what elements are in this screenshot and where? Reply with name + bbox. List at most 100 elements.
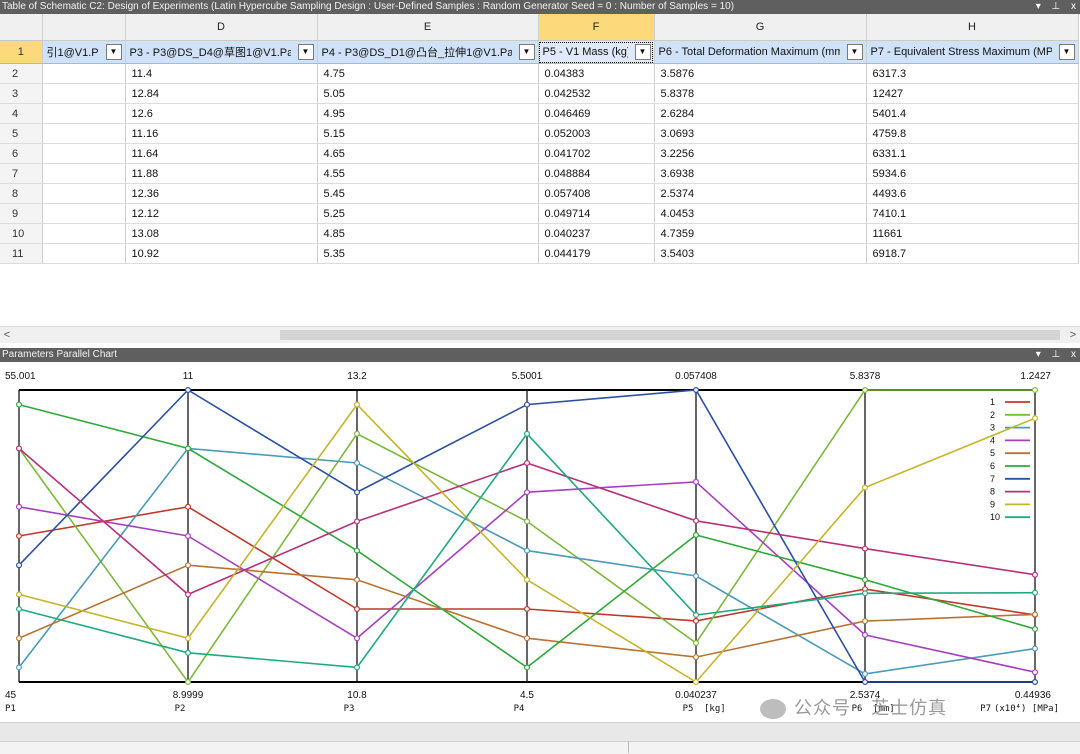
table-cell-e[interactable]: 5.15 (317, 123, 539, 144)
series-point[interactable] (861, 387, 868, 394)
series-point[interactable] (185, 445, 192, 452)
series-point[interactable] (185, 562, 192, 569)
table-cell-e[interactable]: 5.05 (317, 83, 539, 104)
series-point[interactable] (861, 545, 868, 552)
series-point[interactable] (861, 679, 868, 686)
row-number[interactable]: 6 (0, 143, 43, 164)
dropdown-icon[interactable]: ▼ (518, 44, 535, 60)
series-point[interactable] (16, 664, 23, 671)
series-point[interactable] (354, 489, 361, 496)
table-cell-h[interactable]: 4759.8 (866, 123, 1079, 144)
series-point[interactable] (523, 459, 530, 466)
table-cell-c[interactable] (42, 183, 126, 204)
table-cell-g[interactable]: 3.2256 (654, 143, 867, 164)
series-point[interactable] (185, 503, 192, 510)
series-point[interactable] (185, 679, 192, 686)
table-cell-d[interactable]: 12.84 (125, 83, 318, 104)
series-point[interactable] (523, 664, 530, 671)
series-point[interactable] (354, 606, 361, 613)
table-cell-e[interactable]: 4.55 (317, 163, 539, 184)
param-title-c[interactable]: 引1@V1.Part ▼ (42, 40, 126, 64)
table-cell-g[interactable]: 3.0693 (654, 123, 867, 144)
series-point[interactable] (861, 670, 868, 677)
series-point[interactable] (692, 478, 699, 485)
panel-close-icon[interactable]: x (1071, 1, 1076, 12)
col-header-f[interactable]: F (538, 14, 655, 41)
row-number[interactable]: 9 (0, 203, 43, 224)
series-point[interactable] (861, 631, 868, 638)
series-point[interactable] (16, 635, 23, 642)
panel-menu-icon[interactable]: ▾ (1036, 349, 1041, 360)
table-cell-g[interactable]: 4.7359 (654, 223, 867, 244)
series-point[interactable] (16, 591, 23, 598)
table-cell-g[interactable]: 2.6284 (654, 103, 867, 124)
series-point[interactable] (1031, 589, 1038, 596)
table-cell-d[interactable]: 10.92 (125, 243, 318, 264)
dropdown-icon[interactable]: ▼ (297, 44, 314, 60)
series-point[interactable] (354, 430, 361, 437)
series-point[interactable] (354, 635, 361, 642)
param-title-p6[interactable]: P6 - Total Deformation Maximum (mm) ▼ (654, 40, 867, 64)
table-row[interactable]: 5 11.16 5.15 0.052003 3.0693 4759.8 (0, 123, 1079, 144)
series-point[interactable] (1031, 626, 1038, 633)
table-cell-c[interactable] (42, 243, 126, 264)
series-point[interactable] (354, 401, 361, 408)
table-cell-d[interactable]: 11.64 (125, 143, 318, 164)
series-point[interactable] (185, 387, 192, 394)
table-cell-h[interactable]: 5934.6 (866, 163, 1079, 184)
series-point[interactable] (354, 576, 361, 583)
row-number[interactable]: 5 (0, 123, 43, 144)
bottom-splitter[interactable] (628, 741, 629, 753)
series-point[interactable] (692, 387, 699, 394)
table-cell-d[interactable]: 11.88 (125, 163, 318, 184)
series-point[interactable] (692, 679, 699, 686)
horizontal-scrollbar[interactable]: < > (0, 326, 1080, 343)
table-cell-c[interactable] (42, 143, 126, 164)
table-cell-g[interactable]: 2.5374 (654, 183, 867, 204)
series-point[interactable] (861, 484, 868, 491)
table-cell-f[interactable]: 0.040237 (538, 223, 655, 244)
series-point[interactable] (1031, 611, 1038, 618)
table-cell-e[interactable]: 5.45 (317, 183, 539, 204)
table-row[interactable]: 9 12.12 5.25 0.049714 4.0453 7410.1 (0, 203, 1079, 224)
scroll-right-icon[interactable]: > (1066, 327, 1080, 343)
series-point[interactable] (354, 518, 361, 525)
param-title-p3[interactable]: P3 - P3@DS_D4@草图1@V1.Part ▼ (125, 40, 318, 64)
series-point[interactable] (185, 649, 192, 656)
scrollbar-thumb[interactable] (280, 330, 1060, 340)
col-header-h[interactable]: H (866, 14, 1079, 41)
table-cell-f[interactable]: 0.046469 (538, 103, 655, 124)
panel-menu-icon[interactable]: ▾ (1036, 1, 1041, 12)
col-header-d[interactable]: D (125, 14, 318, 41)
row-number[interactable]: 10 (0, 223, 43, 244)
series-point[interactable] (16, 445, 23, 452)
series-point[interactable] (523, 547, 530, 554)
table-row[interactable]: 10 13.08 4.85 0.040237 4.7359 11661 (0, 223, 1079, 244)
panel-pin-icon[interactable]: ⊥ (1052, 349, 1061, 360)
table-cell-g[interactable]: 3.6938 (654, 163, 867, 184)
series-point[interactable] (354, 664, 361, 671)
table-cell-e[interactable]: 5.25 (317, 203, 539, 224)
series-point[interactable] (1031, 669, 1038, 676)
series-point[interactable] (1031, 679, 1038, 686)
table-row[interactable]: 2 11.4 4.75 0.04383 3.5876 6317.3 (0, 63, 1079, 84)
param-title-p7[interactable]: P7 - Equivalent Stress Maximum (MPa) ▼ (866, 40, 1079, 64)
series-point[interactable] (185, 635, 192, 642)
table-cell-e[interactable]: 4.75 (317, 63, 539, 84)
series-point[interactable] (523, 576, 530, 583)
dropdown-icon[interactable]: ▼ (105, 44, 122, 60)
row-number[interactable]: 7 (0, 163, 43, 184)
col-header-g[interactable]: G (654, 14, 867, 41)
table-cell-d[interactable]: 12.6 (125, 103, 318, 124)
table-cell-c[interactable] (42, 203, 126, 224)
table-cell-c[interactable] (42, 223, 126, 244)
table-cell-d[interactable]: 12.36 (125, 183, 318, 204)
row-number[interactable]: 3 (0, 83, 43, 104)
table-cell-f[interactable]: 0.04383 (538, 63, 655, 84)
table-cell-c[interactable] (42, 103, 126, 124)
table-row[interactable]: 7 11.88 4.55 0.048884 3.6938 5934.6 (0, 163, 1079, 184)
table-cell-c[interactable] (42, 63, 126, 84)
table-cell-e[interactable]: 4.65 (317, 143, 539, 164)
series-point[interactable] (692, 573, 699, 580)
table-cell-g[interactable]: 5.8378 (654, 83, 867, 104)
